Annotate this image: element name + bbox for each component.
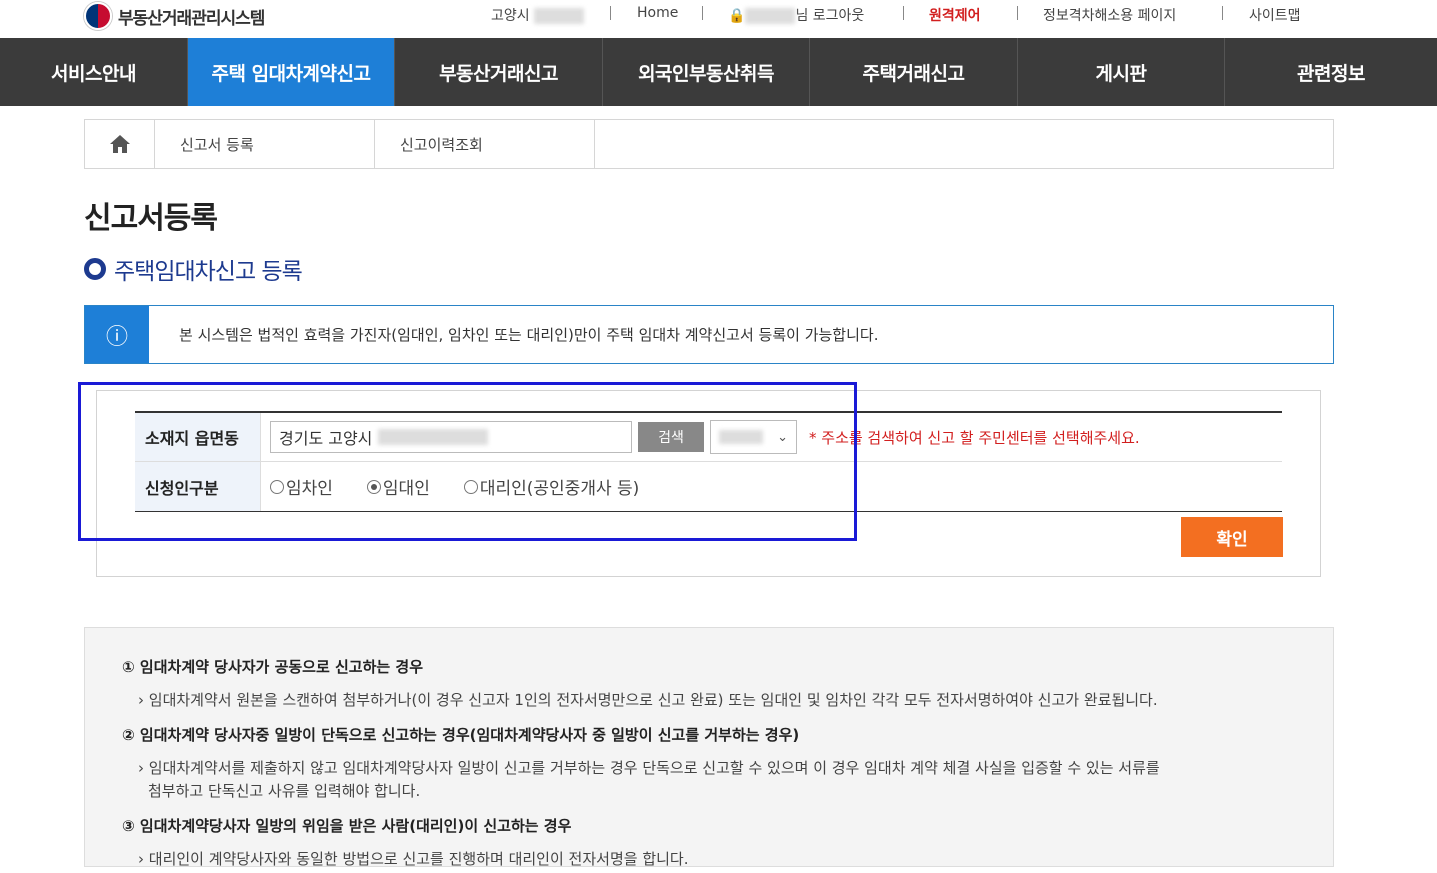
- address-hint: * 주소를 검색하여 신고 할 주민센터를 선택해주세요.: [809, 428, 1140, 447]
- applicant-label: 신청인구분: [135, 462, 261, 511]
- home-icon[interactable]: [85, 120, 155, 168]
- form-table: 소재지 읍면동 경기도 고양시 검색 ⌄ * 주소를 검색하여 신고 할 주민센…: [135, 411, 1282, 512]
- logo-text: 부동산거래관리시스템: [118, 8, 265, 29]
- guide-text-3: › 대리인이 계약당사자와 동일한 방법으로 신고를 진행하며 대리인이 전자서…: [138, 850, 689, 868]
- nav-foreigner-acquisition[interactable]: 외국인부동산취득: [603, 38, 810, 106]
- search-button[interactable]: 검색: [638, 422, 704, 452]
- site-logo[interactable]: 부동산거래관리시스템: [84, 2, 265, 30]
- address-input[interactable]: 경기도 고양시: [270, 421, 632, 453]
- nav-real-estate-transaction[interactable]: 부동산거래신고: [395, 38, 603, 106]
- page-title: 신고서등록: [84, 201, 218, 236]
- guide-text-2b: 첨부하고 단독신고 사유를 입력해야 합니다.: [148, 782, 421, 800]
- radio-tenant[interactable]: 임차인: [270, 474, 333, 499]
- region-label: 고양시: [491, 5, 585, 25]
- home-link[interactable]: Home: [637, 5, 678, 21]
- government-emblem-icon: [84, 2, 112, 30]
- sitemap-link[interactable]: 사이트맵: [1249, 5, 1301, 25]
- info-icon: ⓘ: [85, 306, 149, 363]
- location-label: 소재지 읍면동: [135, 413, 261, 461]
- divider: [610, 6, 611, 20]
- guide-heading-1: ① 임대차계약 당사자가 공동으로 신고하는 경우: [122, 658, 424, 676]
- radio-landlord[interactable]: 임대인: [366, 474, 430, 499]
- lock-icon: 🔒: [728, 8, 746, 24]
- form-row-applicant: 신청인구분 임차인 임대인 대리인(공인중개사 등): [135, 462, 1282, 511]
- logout-link[interactable]: 🔒 님 로그아웃: [728, 5, 864, 25]
- circle-bullet-icon: [84, 258, 106, 280]
- guide-box: ① 임대차계약 당사자가 공동으로 신고하는 경우 › 임대차계약서 원본을 스…: [84, 627, 1334, 868]
- tab-report-history[interactable]: 신고이력조회: [375, 120, 595, 168]
- remote-control-link[interactable]: 원격제어: [929, 5, 981, 25]
- section-title: 주택임대차신고 등록: [84, 252, 303, 286]
- registration-form: 소재지 읍면동 경기도 고양시 검색 ⌄ * 주소를 검색하여 신고 할 주민센…: [96, 390, 1321, 577]
- divider: [903, 6, 904, 20]
- nav-board[interactable]: 게시판: [1018, 38, 1225, 106]
- confirm-button[interactable]: 확인: [1181, 517, 1283, 557]
- divider: [1017, 6, 1018, 20]
- guide-heading-2: ② 임대차계약 당사자중 일방이 단독으로 신고하는 경우(임대차계약당사자 중…: [122, 726, 800, 744]
- breadcrumb: 신고서 등록 신고이력조회: [84, 119, 1334, 169]
- nav-service-info[interactable]: 서비스안내: [0, 38, 188, 106]
- nav-related-info[interactable]: 관련정보: [1225, 38, 1437, 106]
- community-center-select[interactable]: ⌄: [710, 420, 797, 454]
- top-utility-bar: 부동산거래관리시스템 고양시 Home 🔒 님 로그아웃 원격제어 정보격차해소용…: [0, 0, 1437, 38]
- accessibility-link[interactable]: 정보격차해소용 페이지: [1043, 5, 1176, 25]
- divider: [1222, 6, 1223, 20]
- chevron-down-icon: ⌄: [777, 429, 788, 445]
- nav-housing-lease-report[interactable]: 주택 임대차계약신고: [188, 38, 395, 106]
- guide-heading-3: ③ 임대차계약당사자 일방의 위임을 받은 사람(대리인)이 신고하는 경우: [122, 817, 572, 835]
- notice-text: 본 시스템은 법적인 효력을 가진자(임대인, 임차인 또는 대리인)만이 주택…: [179, 326, 879, 344]
- tab-report-register[interactable]: 신고서 등록: [155, 120, 375, 168]
- main-navigation: 서비스안내 주택 임대차계약신고 부동산거래신고 외국인부동산취득 주택거래신고…: [0, 38, 1437, 106]
- divider: [702, 6, 703, 20]
- nav-housing-transaction[interactable]: 주택거래신고: [810, 38, 1018, 106]
- notice-box: ⓘ 본 시스템은 법적인 효력을 가진자(임대인, 임차인 또는 대리인)만이 …: [84, 305, 1334, 364]
- radio-agent[interactable]: 대리인(공인중개사 등): [463, 474, 639, 499]
- form-row-location: 소재지 읍면동 경기도 고양시 검색 ⌄ * 주소를 검색하여 신고 할 주민센…: [135, 413, 1282, 462]
- guide-text-1: › 임대차계약서 원본을 스캔하여 첨부하거나(이 경우 신고자 1인의 전자서…: [138, 691, 1158, 709]
